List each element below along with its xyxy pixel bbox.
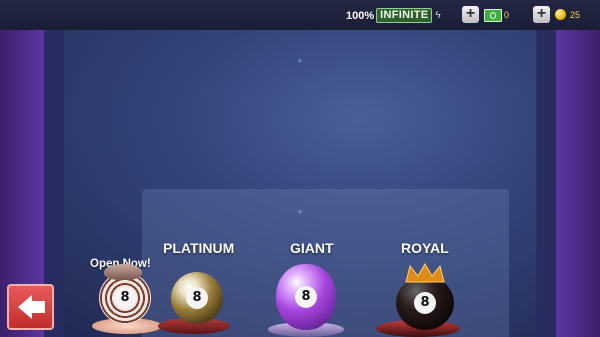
plus-icon: +: [465, 5, 476, 22]
open-now-box-lid: [104, 264, 142, 280]
right-shade: [536, 30, 556, 337]
coin-amount: 25: [570, 10, 581, 20]
ball-number: 8: [295, 286, 317, 308]
ball-number: 8: [414, 292, 436, 314]
back-arrow-icon: [18, 295, 32, 319]
right-edge: [556, 30, 600, 337]
add-cash-button[interactable]: +: [462, 6, 479, 23]
royal-box[interactable]: 8: [396, 276, 454, 330]
platinum-box[interactable]: 8: [171, 272, 223, 324]
cash-icon: [484, 9, 502, 22]
plus-icon: +: [536, 5, 547, 22]
ball-number: 8: [186, 287, 208, 309]
back-button[interactable]: [7, 284, 54, 330]
giant-box[interactable]: 8: [276, 264, 336, 330]
ball-number: 8: [114, 287, 136, 309]
crown-icon: [405, 263, 445, 283]
energy-percent: 100%: [346, 9, 375, 22]
lightning-icon: ϟ: [435, 10, 441, 21]
coin-icon: [555, 9, 566, 20]
sparkle-decoration: ✦: [296, 56, 304, 66]
giant-label: GIANT: [290, 240, 334, 256]
royal-label: ROYAL: [401, 240, 449, 256]
energy-infinite-badge: INFINITE: [376, 8, 433, 23]
cash-amount: 0: [504, 10, 510, 20]
platinum-label: PLATINUM: [163, 240, 235, 256]
top-bar: 100% INFINITE ϟ + 0 + 25: [0, 0, 600, 30]
add-coins-button[interactable]: +: [533, 6, 550, 23]
energy-indicator: 100% INFINITE ϟ: [346, 8, 441, 23]
